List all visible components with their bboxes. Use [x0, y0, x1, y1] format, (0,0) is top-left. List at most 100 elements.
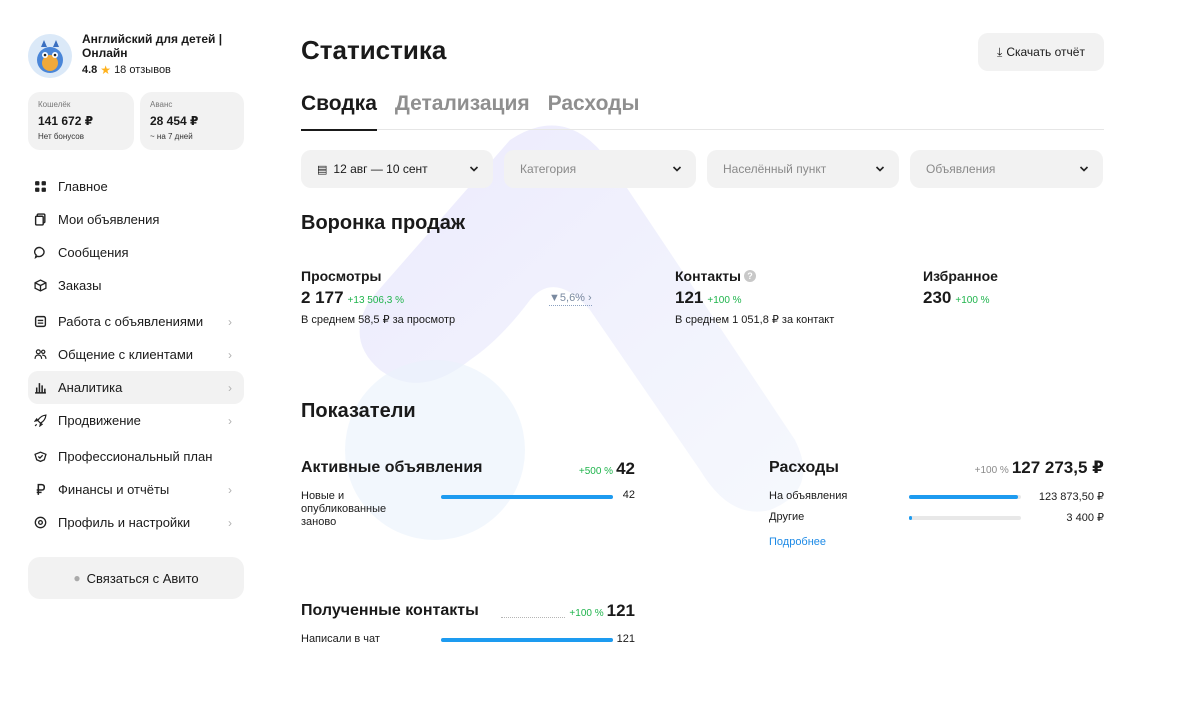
- help-icon[interactable]: ?: [744, 270, 757, 282]
- expenses-ads-label: На объявления: [769, 490, 848, 502]
- wallet-cards: Кошелёк 141 672 ₽ Нет бонусов Аванс 28 4…: [28, 92, 244, 150]
- download-label: Скачать отчёт: [1006, 45, 1085, 59]
- location-select[interactable]: Населённый пункт: [707, 150, 899, 188]
- advance-label: Аванс: [150, 100, 173, 109]
- wallet-card[interactable]: Кошелёк 141 672 ₽ Нет бонусов: [28, 92, 134, 150]
- grid-icon: [32, 179, 48, 195]
- sidebar-item-main[interactable]: Главное: [28, 170, 244, 203]
- sidebar-item-label: Профессиональный план: [58, 449, 213, 464]
- gear-icon: [32, 515, 48, 531]
- sidebar-item-clients[interactable]: Общение с клиентами ›: [28, 338, 244, 371]
- expenses-other-value: 3 400 ₽: [1066, 512, 1104, 524]
- expenses-other-bar: [909, 516, 913, 520]
- advance-duration: ~ на 7 дней: [150, 132, 193, 141]
- chevron-right-icon: ›: [228, 347, 232, 362]
- ruble-icon: [32, 482, 48, 498]
- favorites-label: Избранное: [923, 268, 998, 284]
- sidebar-item-messages[interactable]: Сообщения: [28, 236, 244, 269]
- chevron-right-icon: ›: [228, 380, 232, 395]
- expenses-title: Расходы: [769, 459, 839, 476]
- sidebar-item-label: Сообщения: [58, 245, 129, 260]
- sidebar-item-label: Главное: [58, 179, 108, 194]
- chevron-down-icon: [672, 166, 682, 172]
- calendar-icon: ▤: [317, 163, 328, 176]
- wallet-label: Кошелёк: [38, 100, 71, 109]
- sidebar-item-finance[interactable]: Финансы и отчёты ›: [28, 473, 244, 506]
- contacts-value: 121: [675, 288, 704, 307]
- filters: ▤ 12 авг — 10 сент Категория Населённый п…: [301, 150, 1103, 188]
- chat-contacts-bar: [441, 638, 613, 642]
- chevron-right-icon: ›: [588, 292, 592, 304]
- dotted-leader: [501, 617, 565, 618]
- profile-rating[interactable]: 4.8 ★ 18 отзывов: [82, 63, 244, 77]
- expenses-total: +100 % 127 273,5 ₽: [901, 458, 1104, 478]
- tab-details[interactable]: Детализация: [395, 92, 530, 130]
- received-contacts-total: +100 % 121: [565, 601, 635, 621]
- rocket-icon: [32, 413, 48, 429]
- date-range-select[interactable]: ▤ 12 авг — 10 сент: [301, 150, 493, 188]
- funnel-favorites: Избранное 230 +100 %: [923, 268, 998, 308]
- location-placeholder: Населённый пункт: [723, 162, 827, 176]
- avatar[interactable]: [28, 34, 72, 78]
- active-ads-value: 42: [616, 459, 635, 478]
- sidebar-item-label: Заказы: [58, 278, 102, 293]
- advance-balance: 28 454 ₽: [150, 114, 199, 128]
- expenses-value: 127 273,5 ₽: [1011, 458, 1104, 477]
- support-icon: ●: [73, 571, 81, 585]
- indicators-title: Показатели: [301, 400, 416, 422]
- sidebar: Английский для детей | Онлайн 4.8 ★ 18 о…: [28, 32, 244, 599]
- chat-contacts-value: 121: [616, 633, 635, 645]
- expenses-ads-bar: [909, 495, 1018, 499]
- profile-name[interactable]: Английский для детей | Онлайн: [82, 32, 244, 60]
- advance-card[interactable]: Аванс 28 454 ₽ ~ на 7 дней: [140, 92, 244, 150]
- chat-contacts-label: Написали в чат: [301, 633, 380, 645]
- contact-avito-button[interactable]: ● Связаться с Авито: [28, 557, 244, 599]
- sidebar-item-pro-plan[interactable]: Профессиональный план: [28, 440, 244, 473]
- tab-summary[interactable]: Сводка: [301, 92, 377, 131]
- chevron-right-icon: ›: [228, 515, 232, 530]
- sidebar-item-promotion[interactable]: Продвижение ›: [28, 404, 244, 437]
- category-select[interactable]: Категория: [504, 150, 696, 188]
- conversion-rate[interactable]: ▼5,6% ›: [549, 292, 592, 306]
- expenses-other-label: Другие: [769, 511, 805, 523]
- box-icon: [32, 278, 48, 294]
- active-ads-row-label: Новые и опубликованные заново: [301, 490, 387, 528]
- chart-icon: [32, 380, 48, 396]
- expenses-ads-bar-track: [909, 495, 1021, 499]
- expenses-other-bar-track: [909, 516, 1021, 520]
- funnel-contacts: Контакты? 121 +100 % В среднем 1 051,8 ₽ …: [675, 268, 834, 326]
- contacts-avg-cost: В среднем 1 051,8 ₽ за контакт: [675, 314, 835, 326]
- sidebar-item-my-ads[interactable]: Мои объявления: [28, 203, 244, 236]
- views-avg-cost: В среднем 58,5 ₽ за просмотр: [301, 314, 456, 326]
- sidebar-item-ads-work[interactable]: Работа с объявлениями ›: [28, 305, 244, 338]
- active-ads-row-value: 42: [622, 489, 635, 501]
- favorites-value: 230: [923, 288, 952, 307]
- avatar-dragon-icon: [28, 34, 72, 78]
- download-icon: ⤓: [997, 44, 1003, 59]
- chevron-right-icon: ›: [228, 413, 232, 428]
- copy-icon: [32, 212, 48, 228]
- views-delta: +13 506,3 %: [347, 295, 404, 306]
- profile-header[interactable]: Английский для детей | Онлайн 4.8 ★ 18 о…: [28, 32, 244, 78]
- contacts-label: Контакты: [675, 268, 742, 284]
- chevron-down-icon: [469, 166, 479, 172]
- wallet-balance: 141 672 ₽: [38, 114, 94, 128]
- sidebar-item-profile-settings[interactable]: Профиль и настройки ›: [28, 506, 244, 539]
- ads-select[interactable]: Объявления: [910, 150, 1103, 188]
- received-contacts-delta: +100 %: [569, 608, 604, 619]
- active-ads-bar: [441, 495, 613, 499]
- tabs: Сводка Детализация Расходы: [301, 92, 1104, 131]
- tab-expenses[interactable]: Расходы: [548, 92, 640, 130]
- expenses-ads-value: 123 873,50 ₽: [1038, 491, 1104, 503]
- expenses-more-link[interactable]: Подробнее: [769, 536, 826, 548]
- download-report-button[interactable]: ⤓ Скачать отчёт: [978, 33, 1104, 71]
- sidebar-item-label: Мои объявления: [58, 212, 160, 227]
- sidebar-item-analytics[interactable]: Аналитика ›: [28, 371, 244, 404]
- received-contacts-title: Полученные контакты: [301, 602, 479, 619]
- contacts-delta: +100 %: [707, 295, 742, 306]
- sidebar-item-label: Общение с клиентами: [58, 347, 194, 362]
- sidebar-item-orders[interactable]: Заказы: [28, 269, 244, 302]
- funnel-icon: ▼: [549, 292, 560, 304]
- active-ads-bar-track: [441, 495, 613, 499]
- active-ads-total: +500 % 42: [569, 459, 635, 479]
